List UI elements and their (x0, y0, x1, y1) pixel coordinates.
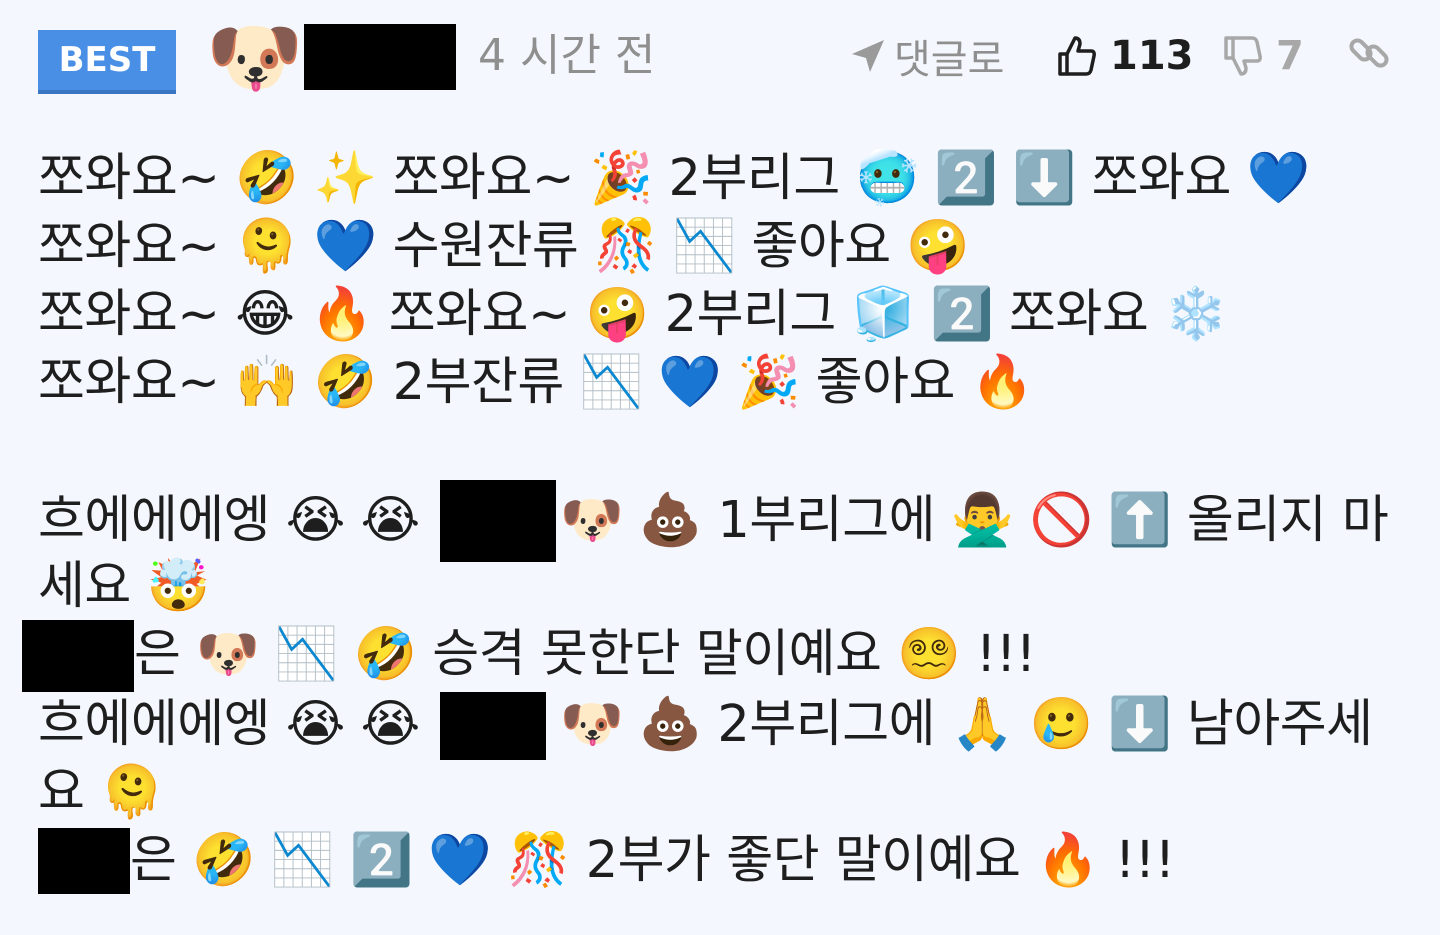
like-count: 113 (1110, 33, 1194, 79)
comment-line: 쪼와요~ 🙌 🤣 2부잔류 📉 💙 🎉 좋아요 🔥 (38, 353, 1034, 412)
comment-line: 요 🫠 (38, 763, 164, 822)
name-redaction (440, 480, 556, 562)
comment-line: 흐에에에엥 😭 😭 (38, 695, 420, 754)
comment-card: BEST 🐶 4 시간 전 댓글로 113 7 쪼와요~ 🤣 ✨ 쪼와요~ 🎉 … (0, 0, 1440, 935)
name-redaction (440, 692, 546, 760)
name-redaction (38, 828, 130, 894)
thumbs-down-icon (1222, 34, 1264, 78)
like-button[interactable]: 113 (1056, 26, 1194, 86)
comment-line: 은 🐶 📉 🤣 승격 못한단 말이예요 😵‍💫 !!! (134, 625, 1036, 684)
comment-line: 🐶 💩 1부리그에 🙅‍♂️ 🚫 ⬆️ 올리지 마 (560, 491, 1389, 550)
comment-line: 쪼와요~ 🫠 💙 수원잔류 🎊 📉 좋아요 🤪 (38, 217, 970, 276)
timestamp: 4 시간 전 (478, 30, 656, 81)
name-redaction (22, 620, 134, 692)
dislike-button[interactable]: 7 (1222, 26, 1304, 86)
link-button[interactable] (1346, 30, 1394, 78)
dislike-count: 7 (1276, 33, 1304, 79)
avatar[interactable]: 🐶 (206, 10, 303, 106)
link-icon (1346, 30, 1394, 76)
comment-line: 은 🤣 📉 2️⃣ 💙 🎊 2부가 좋단 말이예요 🔥 !!! (130, 831, 1175, 890)
comment-line: 쪼와요~ 😂 🔥 쪼와요~ 🤪 2부리그 🧊 2️⃣ 쪼와요 ❄️ (38, 285, 1227, 344)
username-redaction (304, 24, 456, 90)
comment-line: 흐에에에엥 😭 😭 (38, 491, 420, 550)
best-badge: BEST (38, 30, 176, 94)
thumbs-up-icon (1056, 34, 1098, 78)
reply-label: 댓글로 (894, 37, 1005, 83)
comment-line: 쪼와요~ 🤣 ✨ 쪼와요~ 🎉 2부리그 🥶 2️⃣ ⬇️ 쪼와요 💙 (38, 149, 1310, 208)
send-icon (848, 36, 888, 76)
reply-button[interactable]: 댓글로 (848, 26, 1004, 86)
comment-line: 🐶 💩 2부리그에 🙏 🥲 ⬇️ 남아주세 (560, 695, 1373, 754)
comment-line: 세요 🤯 (38, 557, 210, 616)
